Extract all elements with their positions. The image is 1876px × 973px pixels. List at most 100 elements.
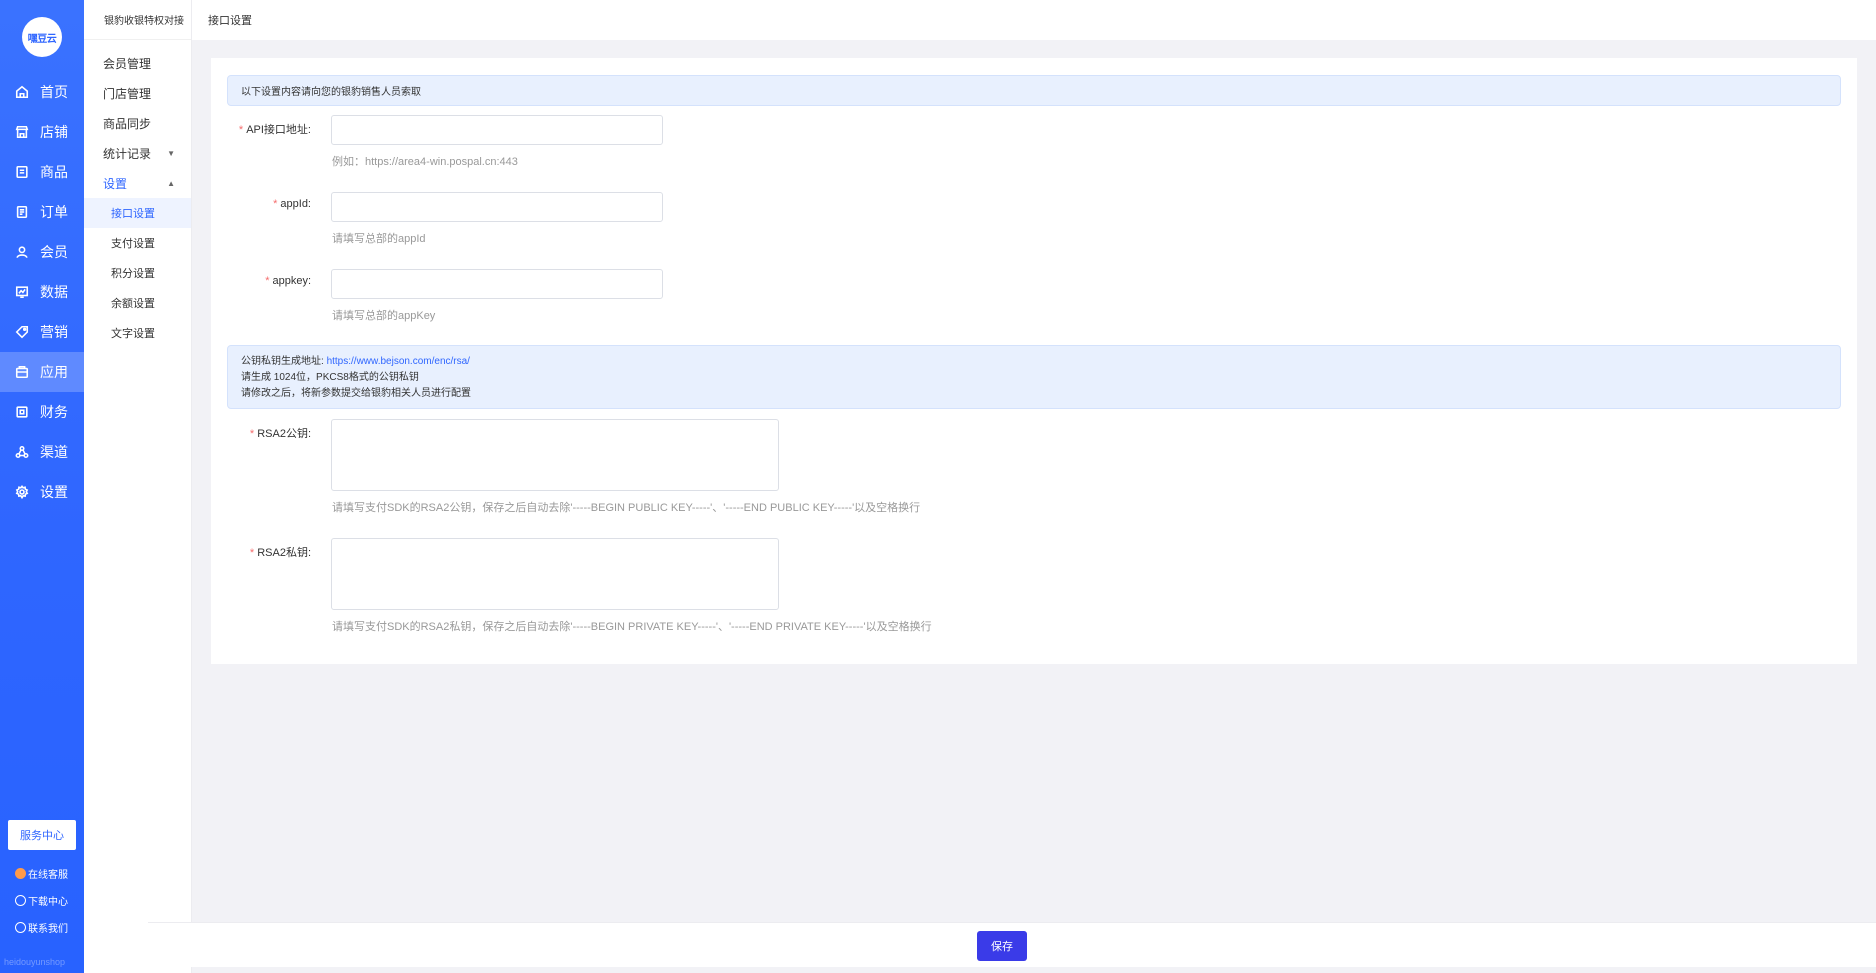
nav-item-label: 数据: [40, 284, 68, 300]
online-service-icon: [15, 868, 26, 879]
nav-item-data[interactable]: 数据: [0, 272, 84, 312]
chevron-down-icon: ▼: [167, 148, 175, 158]
page-header: 接口设置: [192, 0, 1876, 40]
nav-item-label: 店铺: [40, 124, 68, 140]
required-mark: *: [238, 124, 244, 136]
nav-item-app[interactable]: 应用: [0, 352, 84, 392]
chevron-up-icon: ▲: [167, 178, 175, 188]
subnav-title: 银豹收银特权对接: [84, 0, 191, 40]
save-button[interactable]: 保存: [977, 931, 1027, 961]
api-url-label-text: API接口地址:: [246, 124, 311, 136]
nav-item-home[interactable]: 首页: [0, 72, 84, 112]
api-url-hint: 例如：https://area4-win.pospal.cn:443: [332, 156, 518, 168]
subnav-item-goods-sync[interactable]: 商品同步: [84, 108, 191, 138]
subnav-item-members[interactable]: 会员管理: [84, 48, 191, 78]
nav-item-label: 渠道: [40, 444, 68, 460]
nav-item-label: 商品: [40, 164, 68, 180]
store-icon: [14, 124, 30, 140]
subnav-child-label: 积分设置: [111, 268, 155, 280]
footer-bar: 保存: [148, 922, 1876, 967]
chat-icon: [15, 922, 26, 933]
subnav-item-label: 商品同步: [103, 116, 152, 131]
online-service-label: 在线客服: [28, 870, 68, 881]
chart-icon: [14, 284, 30, 300]
download-icon: [15, 895, 26, 906]
channel-icon: [14, 444, 30, 460]
subnav-item-label: 门店管理: [103, 86, 152, 101]
nav-item-label: 财务: [40, 404, 68, 420]
primary-sidebar: 嘿豆云 首页 店铺 商品 订单 会员 数据 营销 应用 财务 渠道 设置 服务中…: [0, 0, 84, 973]
required-mark: *: [249, 547, 255, 559]
download-center-link[interactable]: 下载中心: [15, 893, 68, 908]
primary-nav-list: 首页 店铺 商品 订单 会员 数据 营销 应用 财务 渠道 设置: [0, 72, 84, 512]
home-icon: [14, 84, 30, 100]
brand-logo[interactable]: 嘿豆云: [22, 17, 62, 57]
rsa-public-label-text: RSA2公钥:: [257, 428, 311, 440]
order-icon: [14, 204, 30, 220]
app-id-label-text: appId:: [280, 198, 311, 210]
rsa-notice-line2: 请生成 1024位，PKCS8格式的公钥私钥: [241, 372, 419, 383]
app-key-label: * appkey:: [211, 275, 311, 287]
secondary-sidebar: 银豹收银特权对接 会员管理 门店管理 商品同步 统计记录 ▼ 设置 ▲ 接口设置…: [84, 0, 192, 973]
service-center-button[interactable]: 服务中心: [8, 820, 76, 850]
subnav-item-stores[interactable]: 门店管理: [84, 78, 191, 108]
app-key-label-text: appkey:: [272, 275, 311, 287]
rsa-notice-line3: 请修改之后，将新参数提交给银豹相关人员进行配置: [241, 388, 471, 399]
settings-form-card: 以下设置内容请向您的银豹销售人员索取 * API接口地址: 例如：https://…: [211, 58, 1857, 664]
nav-item-member[interactable]: 会员: [0, 232, 84, 272]
page-title: 接口设置: [208, 15, 252, 27]
app-id-label: * appId:: [211, 198, 311, 210]
rsa-notice-prefix: 公钥私钥生成地址:: [241, 356, 327, 367]
subnav-child-label: 接口设置: [111, 208, 155, 220]
rsa-notice-line1: 公钥私钥生成地址: https://www.bejson.com/enc/rsa…: [241, 354, 1827, 370]
rsa-private-hint: 请填写支付SDK的RSA2私钥，保存之后自动去除'-----BEGIN PRIV…: [332, 621, 932, 633]
nav-item-label: 营销: [40, 324, 68, 340]
app-key-input[interactable]: [331, 269, 663, 299]
nav-item-channel[interactable]: 渠道: [0, 432, 84, 472]
user-icon: [14, 244, 30, 260]
subnav-item-label: 设置: [103, 176, 128, 191]
gear-icon: [14, 484, 30, 500]
goods-icon: [14, 164, 30, 180]
info-notice-text: 以下设置内容请向您的银豹销售人员索取: [241, 87, 421, 98]
subnav-child-label: 余额设置: [111, 298, 155, 310]
contact-us-label: 联系我们: [28, 924, 68, 935]
subnav-item-stats[interactable]: 统计记录 ▼: [84, 138, 191, 168]
rsa-generator-link[interactable]: https://www.bejson.com/enc/rsa/: [327, 356, 470, 367]
nav-item-order[interactable]: 订单: [0, 192, 84, 232]
subnav-child-text[interactable]: 文字设置: [84, 318, 191, 348]
required-mark: *: [249, 428, 255, 440]
api-url-label: * API接口地址:: [211, 121, 311, 137]
app-id-hint: 请填写总部的appId: [332, 233, 426, 245]
nav-item-finance[interactable]: 财务: [0, 392, 84, 432]
subnav-item-label: 统计记录: [103, 146, 152, 161]
app-icon: [14, 364, 30, 380]
rsa-public-textarea[interactable]: [331, 419, 779, 491]
online-service-link[interactable]: 在线客服: [15, 866, 68, 881]
nav-item-settings[interactable]: 设置: [0, 472, 84, 512]
nav-item-label: 会员: [40, 244, 68, 260]
subnav-child-pay[interactable]: 支付设置: [84, 228, 191, 258]
download-center-label: 下载中心: [28, 897, 68, 908]
tag-icon: [14, 324, 30, 340]
watermark: heidouyunshop: [4, 957, 66, 967]
nav-item-goods[interactable]: 商品: [0, 152, 84, 192]
subnav-child-label: 支付设置: [111, 238, 155, 250]
subnav-child-api[interactable]: 接口设置: [84, 198, 191, 228]
nav-item-label: 应用: [40, 364, 68, 380]
subnav-child-points[interactable]: 积分设置: [84, 258, 191, 288]
subnav-item-settings[interactable]: 设置 ▲: [84, 168, 191, 198]
app-id-input[interactable]: [331, 192, 663, 222]
nav-item-label: 首页: [40, 84, 68, 100]
api-url-input[interactable]: [331, 115, 663, 145]
nav-item-marketing[interactable]: 营销: [0, 312, 84, 352]
rsa-private-label: * RSA2私钥:: [211, 544, 311, 560]
required-mark: *: [273, 198, 278, 210]
subnav-child-balance[interactable]: 余额设置: [84, 288, 191, 318]
contact-us-link[interactable]: 联系我们: [15, 920, 68, 935]
app-key-hint: 请填写总部的appKey: [332, 310, 436, 322]
required-mark: *: [265, 275, 270, 287]
nav-item-label: 设置: [40, 484, 68, 500]
nav-item-store[interactable]: 店铺: [0, 112, 84, 152]
rsa-private-textarea[interactable]: [331, 538, 779, 610]
